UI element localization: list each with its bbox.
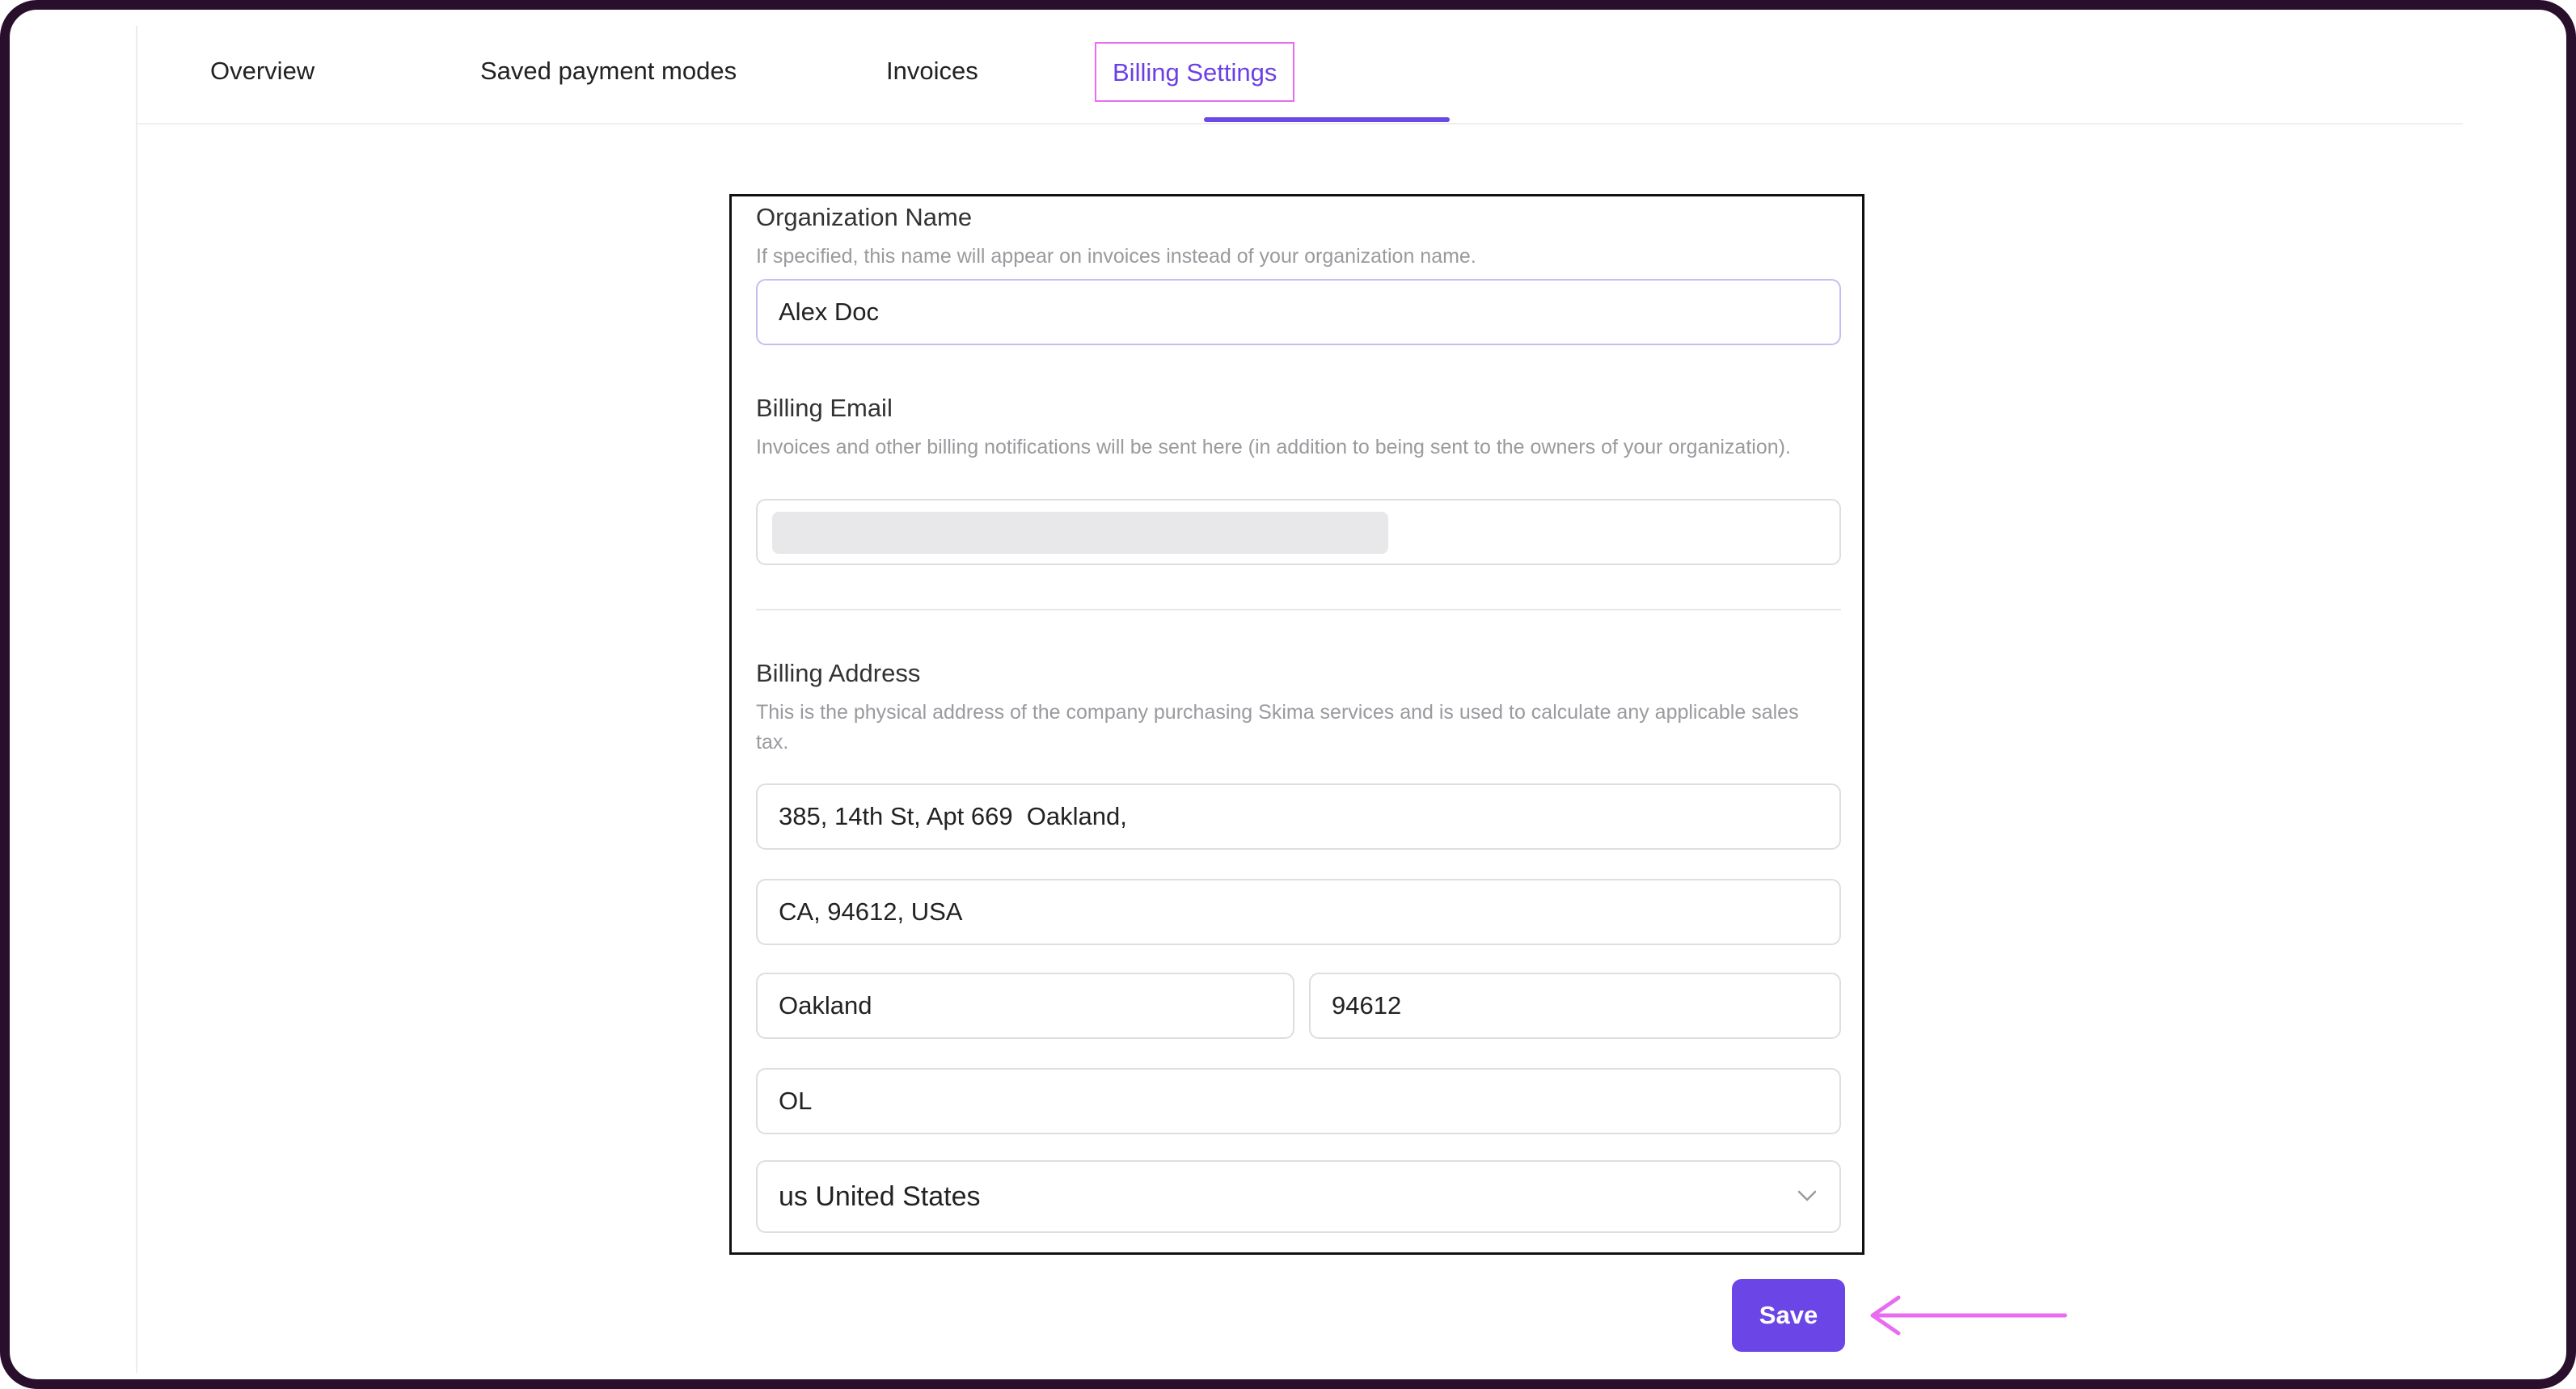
tab-billing-settings[interactable]: Billing Settings — [1095, 42, 1295, 102]
address-line2-input[interactable] — [756, 879, 1841, 945]
city-input[interactable] — [756, 973, 1294, 1039]
address-line1-input[interactable] — [756, 783, 1841, 850]
save-button[interactable]: Save — [1732, 1279, 1845, 1352]
section-divider — [756, 609, 1841, 610]
active-tab-indicator — [1204, 117, 1450, 122]
organization-name-label: Organization Name — [756, 203, 973, 231]
redacted-email-value — [772, 512, 1388, 554]
state-input[interactable] — [756, 1068, 1841, 1134]
billing-email-label: Billing Email — [756, 394, 893, 422]
billing-email-input[interactable] — [756, 499, 1841, 565]
organization-name-help: If specified, this name will appear on i… — [756, 245, 1476, 268]
arrow-left-icon — [1870, 1295, 2067, 1336]
chevron-down-icon — [1797, 1190, 1817, 1201]
billing-address-label: Billing Address — [756, 659, 921, 687]
billing-email-help: Invoices and other billing notifications… — [756, 436, 1791, 458]
billing-settings-form: Organization Name If specified, this nam… — [729, 194, 1864, 1255]
country-select[interactable]: us United States — [756, 1160, 1841, 1233]
tab-bar: Overview Saved payment modes Invoices Bi… — [137, 10, 2463, 125]
billing-address-help: This is the physical address of the comp… — [756, 701, 1799, 754]
tab-invoices[interactable]: Invoices — [886, 57, 978, 86]
tab-overview[interactable]: Overview — [210, 57, 315, 86]
tab-saved-payment-modes[interactable]: Saved payment modes — [480, 57, 737, 86]
organization-name-input[interactable] — [756, 279, 1841, 345]
sidebar-divider — [136, 26, 137, 1373]
postal-code-input[interactable] — [1309, 973, 1841, 1039]
country-select-value: us United States — [779, 1181, 981, 1212]
app-window: Overview Saved payment modes Invoices Bi… — [0, 0, 2576, 1389]
